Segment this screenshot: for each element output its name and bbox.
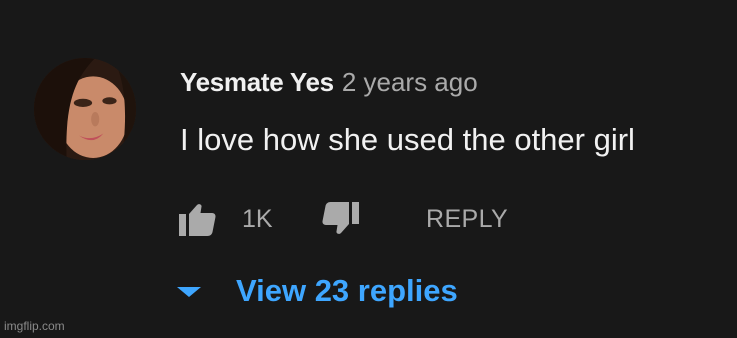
comment-text: I love how she used the other girl <box>180 122 635 157</box>
thumbs-down-icon <box>322 202 359 234</box>
watermark: imgflip.com <box>4 319 65 333</box>
dislike-button[interactable] <box>318 200 362 238</box>
author-name[interactable]: Yesmate Yes <box>180 67 334 97</box>
avatar[interactable] <box>34 58 136 160</box>
view-replies-label: View 23 replies <box>236 273 458 308</box>
chevron-down-icon <box>177 287 201 297</box>
comment-timestamp[interactable]: 2 years ago <box>342 67 478 97</box>
comment-header: Yesmate Yes 2 years ago <box>180 64 478 100</box>
like-button[interactable] <box>176 200 220 238</box>
thumbs-up-icon <box>179 204 216 236</box>
reply-button[interactable]: REPLY <box>426 200 508 238</box>
comment-action-bar: 1K REPLY <box>176 198 596 240</box>
like-count: 1K <box>242 205 273 233</box>
